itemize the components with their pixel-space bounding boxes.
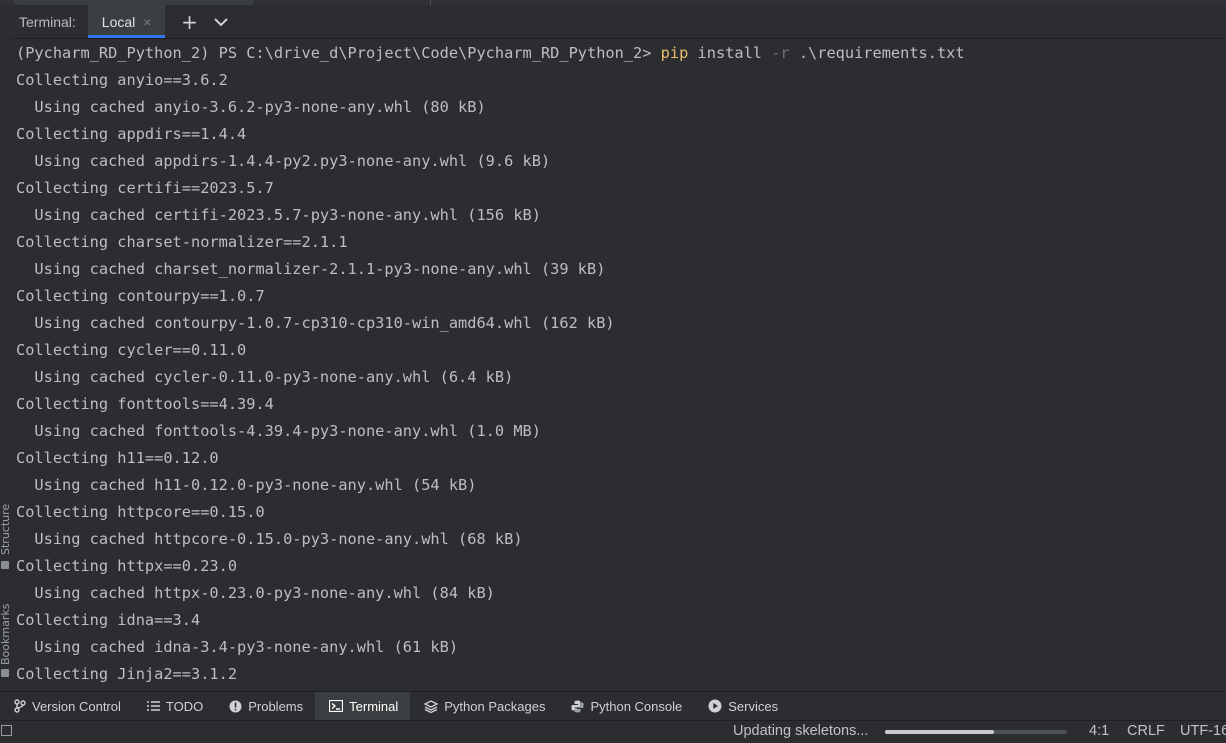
- terminal-output-line: Using cached cycler-0.11.0-py3-none-any.…: [16, 368, 514, 386]
- tab-local-label: Local: [101, 13, 136, 30]
- tool-window-label: Services: [728, 698, 779, 714]
- terminal-output-line: Using cached idna-3.4-py3-none-any.whl (…: [16, 638, 459, 656]
- terminal-output-line: Collecting certifi==2023.5.7: [16, 179, 274, 197]
- terminal-output-line: Collecting contourpy==1.0.7: [16, 287, 265, 305]
- terminal-command-text: install: [688, 44, 772, 62]
- tool-window-services[interactable]: Services: [694, 692, 790, 720]
- close-icon[interactable]: ×: [143, 14, 151, 30]
- terminal-prompt: (Pycharm_RD_Python_2) PS C:\drive_d\Proj…: [16, 44, 661, 62]
- terminal-output-line: Using cached anyio-3.6.2-py3-none-any.wh…: [16, 98, 486, 116]
- alert-icon: [229, 700, 242, 713]
- play-icon: [708, 699, 722, 713]
- terminal-output-line: Using cached appdirs-1.4.4-py2.py3-none-…: [16, 152, 551, 170]
- terminal-command: pip: [660, 44, 689, 62]
- bookmarks-tool-label[interactable]: Bookmarks: [0, 590, 11, 665]
- terminal-output[interactable]: (Pycharm_RD_Python_2) PS C:\drive_d\Proj…: [11, 39, 1226, 691]
- structure-tool-label[interactable]: Structure: [0, 485, 11, 555]
- terminal-output-line: Using cached contourpy-1.0.7-cp310-cp310…: [16, 314, 615, 332]
- chevron-down-icon[interactable]: [213, 14, 233, 30]
- terminal-output-line: Collecting anyio==3.6.2: [16, 71, 228, 89]
- tool-window-version-control[interactable]: Version Control: [0, 692, 133, 720]
- tool-window-label: Terminal: [349, 698, 399, 714]
- terminal-header: Terminal: Local × +: [11, 5, 1226, 39]
- progress-text[interactable]: Updating skeletons...: [733, 723, 868, 739]
- progress-fill: [885, 730, 995, 734]
- tool-window-label: Version Control: [32, 698, 121, 714]
- tab-local[interactable]: Local ×: [87, 5, 166, 38]
- terminal-output-line: Collecting charset-normalizer==2.1.1: [16, 233, 348, 251]
- terminal-title: Terminal:: [19, 13, 76, 30]
- new-tab-button[interactable]: +: [179, 10, 199, 34]
- terminal-output-line: Using cached fonttools-4.39.4-py3-none-a…: [16, 422, 541, 440]
- terminal-output-line: Collecting fonttools==4.39.4: [16, 395, 274, 413]
- tool-window-bar: Version Control TODO Problems Terminal Pytho…: [0, 691, 1226, 720]
- file-encoding[interactable]: UTF-16: [1180, 723, 1226, 739]
- terminal-output-line: Using cached certifi-2023.5.7-py3-none-a…: [16, 206, 541, 224]
- progress-bar[interactable]: [885, 730, 1067, 734]
- terminal-prompt-line: (Pycharm_RD_Python_2) PS C:\drive_d\Proj…: [16, 40, 965, 67]
- tool-window-python-console[interactable]: Python Console: [557, 692, 694, 720]
- terminal-output-line: Using cached httpx-0.23.0-py3-none-any.w…: [16, 584, 495, 602]
- python-icon: [571, 700, 584, 713]
- terminal-output-line: Using cached httpcore-0.15.0-py3-none-an…: [16, 530, 523, 548]
- terminal-output-line: Collecting h11==0.12.0: [16, 449, 219, 467]
- tool-window-label: Problems: [248, 698, 304, 714]
- terminal-output-line: Collecting Jinja2==3.1.2: [16, 665, 238, 683]
- tool-window-label: Python Packages: [444, 698, 546, 714]
- branch-icon: [14, 699, 26, 713]
- terminal-output-line: Using cached h11-0.12.0-py3-none-any.whl…: [16, 476, 477, 494]
- caret-position[interactable]: 4:1: [1089, 723, 1109, 739]
- terminal-output-line: Using cached charset_normalizer-2.1.1-py…: [16, 260, 606, 278]
- terminal-output-line: Collecting appdirs==1.4.4: [16, 125, 247, 143]
- structure-icon[interactable]: [1, 561, 9, 569]
- terminal-output-line: Collecting httpcore==0.15.0: [16, 503, 265, 521]
- toggle-tool-windows-icon[interactable]: [1, 725, 12, 736]
- tool-window-problems[interactable]: Problems: [215, 692, 315, 720]
- bookmark-icon[interactable]: [1, 669, 9, 677]
- terminal-output-line: Collecting cycler==0.11.0: [16, 341, 247, 359]
- list-icon: [146, 700, 160, 712]
- layers-icon: [424, 699, 439, 713]
- terminal-command-flag: -r: [771, 44, 790, 62]
- terminal-output-line: Collecting idna==3.4: [16, 611, 201, 629]
- tool-window-todo[interactable]: TODO: [133, 692, 215, 720]
- status-bar: Updating skeletons... 4:1 CRLF UTF-16: [0, 720, 1226, 743]
- tool-window-label: TODO: [165, 698, 204, 714]
- terminal-command-args: .\requirements.txt: [789, 44, 965, 62]
- terminal-icon: [329, 700, 344, 712]
- tool-window-label: Python Console: [590, 698, 683, 714]
- tool-window-terminal[interactable]: Terminal: [315, 692, 411, 720]
- tool-window-python-packages[interactable]: Python Packages: [410, 692, 557, 720]
- terminal-output-line: Collecting httpx==0.23.0: [16, 557, 238, 575]
- line-separator[interactable]: CRLF: [1127, 723, 1165, 739]
